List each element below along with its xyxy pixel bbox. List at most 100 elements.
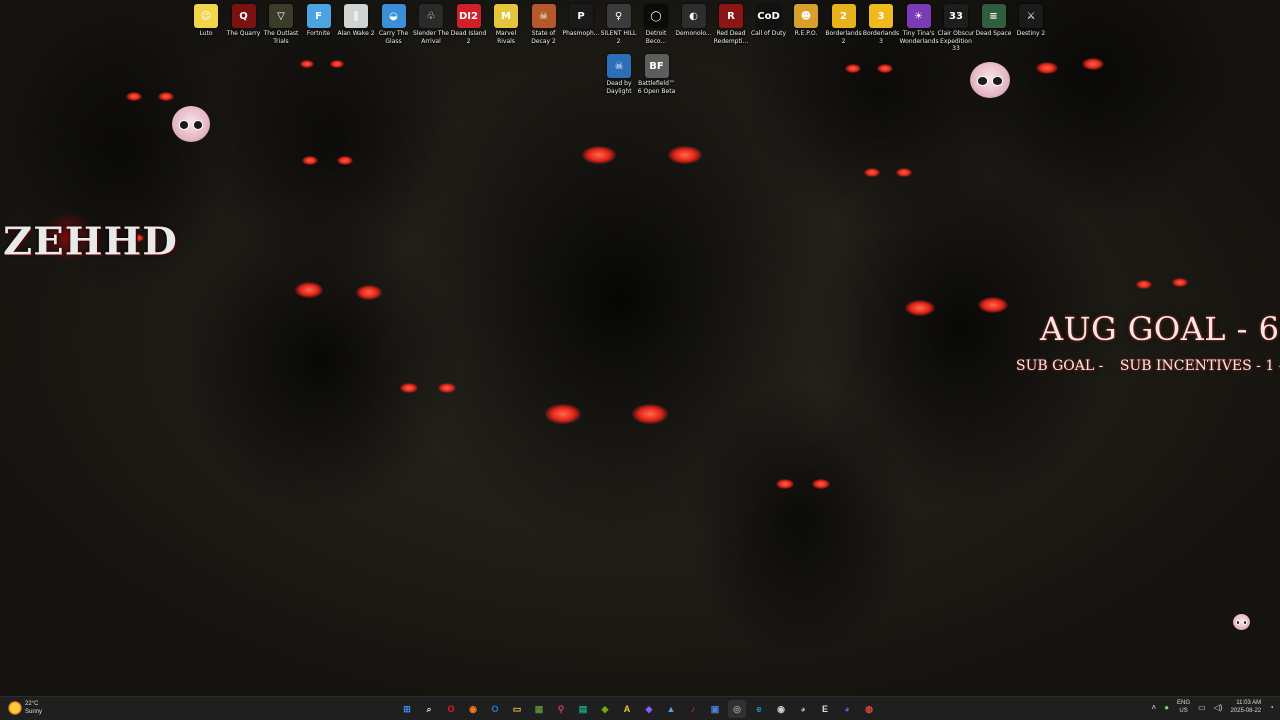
phasmophobia-icon: P: [569, 4, 593, 28]
desktop-shortcut[interactable]: ☠ State of Decay 2: [525, 4, 563, 45]
firefox-icon[interactable]: ◉: [464, 700, 482, 718]
network-icon[interactable]: ▭: [1198, 703, 1206, 712]
desktop-shortcut[interactable]: 33 Clair Obscur Expedition 33: [937, 4, 975, 53]
wallpaper-eye: [545, 404, 581, 424]
desktop-shortcut[interactable]: ☠ Dead by Daylight: [600, 54, 638, 95]
store-icon[interactable]: ▲: [662, 700, 680, 718]
slender-icon: ♧: [419, 4, 443, 28]
obsidian-icon[interactable]: ◆: [640, 700, 658, 718]
wallpaper-eye: [330, 60, 344, 68]
streamer-logo: ZEHHD: [3, 209, 178, 265]
notes-icon[interactable]: A: [618, 700, 636, 718]
maps-icon[interactable]: ⚲: [552, 700, 570, 718]
language-indicator[interactable]: ENG US: [1177, 699, 1190, 715]
outlook-icon[interactable]: O: [486, 700, 504, 718]
desktop-shortcut[interactable]: CoD Call of Duty: [750, 4, 788, 38]
luto-icon: ☺: [194, 4, 218, 28]
wallpaper-eye: [1136, 280, 1152, 289]
wallpaper-eye: [337, 156, 353, 165]
desktop-shortcut[interactable]: ◒ Carry The Glass: [375, 4, 413, 45]
desktop-shortcut[interactable]: F Fortnite: [300, 4, 338, 38]
repo-icon: ☻: [794, 4, 818, 28]
wallpaper-eye: [845, 64, 861, 73]
mascot-icon: [1233, 614, 1250, 630]
desktop-shortcut[interactable]: ♀ SILENT HILL 2: [600, 4, 638, 45]
desktop-shortcut[interactable]: ⚔ Destiny 2: [1012, 4, 1050, 38]
desktop-shortcut[interactable]: ◐ Demonolo...: [675, 4, 713, 38]
tiny-tinas-icon: ☀: [906, 4, 931, 28]
weather-widget[interactable]: 22°C Sunny: [8, 700, 42, 716]
desktop-shortcut[interactable]: R Red Dead Redempti...: [712, 4, 750, 45]
chrome-icon[interactable]: ◍: [860, 700, 878, 718]
wallpaper-eye: [356, 285, 382, 300]
desktop-shortcut[interactable]: ▽ The Outlast Trials: [262, 4, 300, 45]
desktop-shortcut[interactable]: DI2 Dead Island 2: [450, 4, 488, 45]
steam-icon[interactable]: ◕: [794, 700, 812, 718]
sheets-icon[interactable]: ▤: [574, 700, 592, 718]
chrome-dev-icon[interactable]: ◎: [728, 700, 746, 718]
taskbar-apps: ⊞ ⌕ O ◉ O ▭ ▦ ⚲ ▤ ◈ A ◆ ▲ ♪ ▣ ◎ e ◉ ◕ E ◕ ◍: [398, 700, 878, 718]
desktop-shortcut[interactable]: ≡ Dead Space: [975, 4, 1013, 38]
silent-hill-2-icon: ♀: [606, 4, 631, 28]
dead-by-daylight-icon: ☠: [607, 54, 631, 78]
desktop-shortcut[interactable]: ♧ Slender The Arrival: [412, 4, 450, 45]
desktop-shortcut-label: Marvel Rivals: [495, 30, 517, 45]
desktop-shortcut[interactable]: P Phasmoph...: [562, 4, 600, 38]
clock-date: 2025-08-22: [1230, 708, 1262, 714]
desktop-shortcut[interactable]: ◯ Detroit Beco...: [637, 4, 675, 45]
wallpaper-eye: [302, 156, 318, 165]
streamer-name: ZEHHD: [3, 219, 178, 264]
desktop-shortcut[interactable]: M Marvel Rivals: [487, 4, 525, 45]
start-icon[interactable]: ⊞: [398, 700, 416, 718]
desktop-shortcut-label: Alan Wake 2: [337, 30, 375, 37]
the-quarry-icon: Q: [231, 4, 256, 28]
wallpaper-eye: [632, 404, 668, 424]
obs-icon[interactable]: ◉: [772, 700, 790, 718]
opera-icon[interactable]: O: [442, 700, 460, 718]
desktop-shortcut[interactable]: ☺ Luto: [187, 4, 225, 38]
dead-island-2-icon: DI2: [456, 4, 481, 28]
desktop-shortcut-label: Borderlands 3: [862, 30, 900, 45]
desktop-shortcut-label: Dead Island 2: [450, 30, 487, 45]
wallpaper-eye: [1082, 58, 1104, 70]
desktop-shortcut[interactable]: ∥ Alan Wake 2: [337, 4, 375, 38]
desktop-shortcut[interactable]: 3 Borderlands 3: [862, 4, 900, 45]
mic-icon[interactable]: ●: [1164, 703, 1169, 712]
file-explorer-icon[interactable]: ▭: [508, 700, 526, 718]
desktop-shortcut[interactable]: ☻ R.E.P.O.: [787, 4, 825, 38]
edge-icon[interactable]: e: [750, 700, 768, 718]
desktop-shortcut-label: Dead by Daylight: [606, 80, 632, 95]
clock[interactable]: 11:03 AM 2025-08-22: [1230, 699, 1261, 715]
sun-icon: [8, 701, 22, 715]
desktop-shortcut-label: Borderlands 2: [825, 30, 862, 45]
minecraft-icon[interactable]: ▦: [530, 700, 548, 718]
mascot-icon: [172, 106, 210, 142]
photos-icon[interactable]: ▣: [706, 700, 724, 718]
tiktok-icon[interactable]: ♪: [684, 700, 702, 718]
desktop-shortcut-label: Fortnite: [306, 30, 331, 37]
detroit-icon: ◯: [644, 4, 668, 28]
desktop-shortcut[interactable]: 2 Borderlands 2: [825, 4, 863, 45]
desktop-shortcut[interactable]: Q The Quarry: [225, 4, 263, 38]
volume-icon[interactable]: ◁): [1214, 703, 1223, 712]
wallpaper-eye: [776, 479, 794, 489]
notification-icon[interactable]: ◔: [1269, 703, 1274, 712]
borderlands-3-icon: 3: [869, 4, 893, 28]
wallpaper-eye: [126, 92, 142, 101]
desktop-shortcut-label: Call of Duty: [750, 30, 787, 37]
search-icon[interactable]: ⌕: [420, 700, 438, 718]
nvidia-icon[interactable]: ◈: [596, 700, 614, 718]
discord-icon[interactable]: ◕: [838, 700, 856, 718]
fortnite-icon: F: [306, 4, 331, 28]
desktop-shortcut-label: Clair Obscur Expedition 33: [937, 30, 975, 52]
desktop-shortcut-label: The Outlast Trials: [263, 30, 299, 45]
desktop-shortcut[interactable]: ☀ Tiny Tina's Wonderlands: [900, 4, 939, 45]
wallpaper-eye: [896, 168, 912, 177]
system-tray: ˄ ● ENG US ▭ ◁) 11:03 AM 2025-08-22 ◔: [1152, 699, 1274, 715]
goal-ticker: SUB GOAL - SUB INCENTIVES - 1 - SPIN ROU…: [1016, 358, 1280, 374]
red-dead-icon: R: [719, 4, 743, 28]
epic-games-icon[interactable]: E: [816, 700, 834, 718]
clock-time: 11:03 AM: [1236, 700, 1262, 706]
desktop-shortcut[interactable]: BF Battlefield™ 6 Open Beta: [638, 54, 676, 95]
chevron-up-icon[interactable]: ˄: [1152, 703, 1157, 712]
